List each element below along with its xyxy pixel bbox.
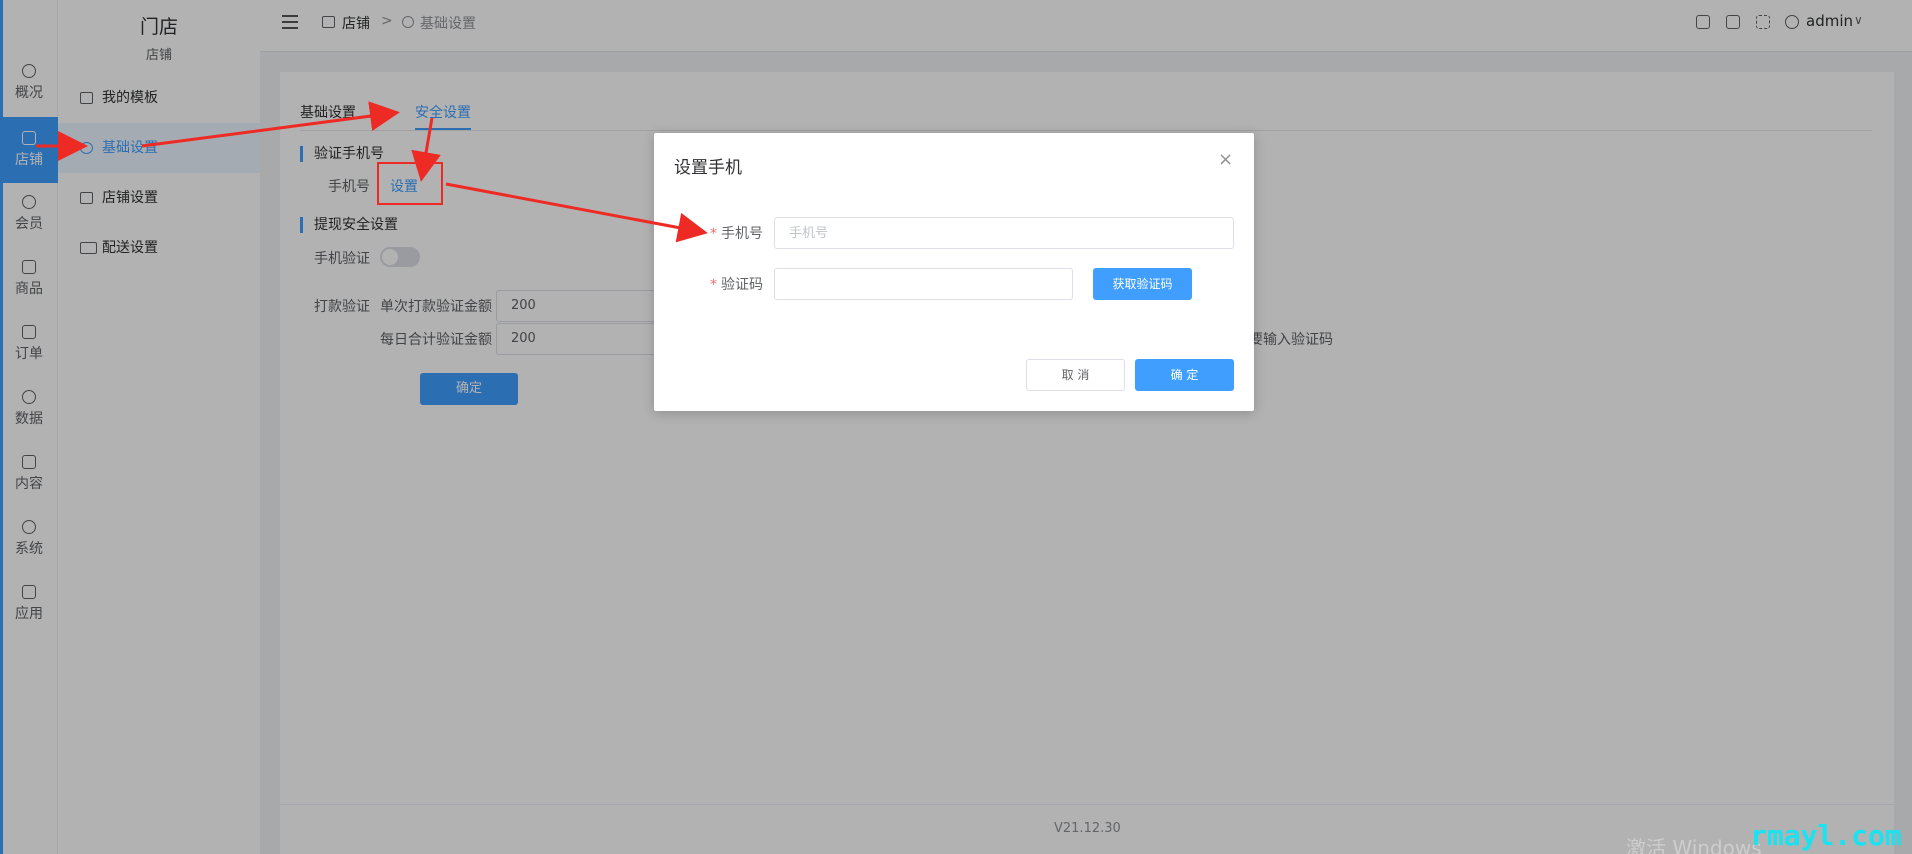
dialog-code-label: * 验证码 <box>710 277 763 293</box>
required-mark: * <box>710 226 717 242</box>
get-code-button[interactable]: 获取验证码 <box>1093 268 1192 300</box>
set-phone-dialog: 设置手机 × *手机号 *验证码 获取验证码 取 消 确 定 <box>654 133 1254 411</box>
dialog-phone-label: * 手机号 <box>710 226 763 242</box>
close-icon[interactable]: × <box>1218 149 1233 170</box>
ok-button[interactable]: 确 定 <box>1135 359 1234 391</box>
dialog-phone-input[interactable] <box>774 217 1234 249</box>
windows-watermark: 激活 Windows <box>1626 836 1762 854</box>
dialog-code-input[interactable] <box>774 268 1073 300</box>
cancel-button[interactable]: 取 消 <box>1026 359 1125 391</box>
annotation-highlight-box <box>377 162 443 205</box>
dialog-title: 设置手机 <box>674 158 742 178</box>
site-watermark: rmayl.com <box>1750 819 1902 852</box>
required-mark: * <box>710 277 717 293</box>
modal-overlay[interactable] <box>0 0 1912 854</box>
